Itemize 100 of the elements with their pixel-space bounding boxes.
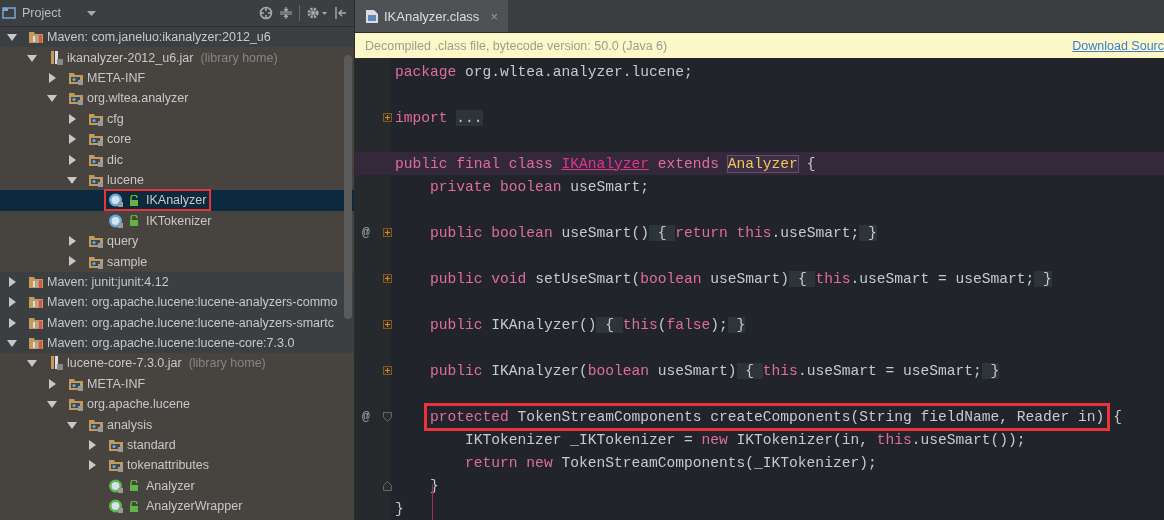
collapse-all-icon[interactable]: [279, 6, 293, 20]
tree-item[interactable]: standard: [0, 434, 354, 456]
package-folder-icon: [108, 437, 124, 453]
tree-item[interactable]: IKTokenizer: [0, 210, 354, 231]
caret-right-icon[interactable]: [46, 377, 58, 390]
tree-item[interactable]: Analyzer: [0, 475, 354, 496]
tree-item[interactable]: META-INF: [0, 67, 354, 89]
tree-label: Maven: org.apache.lucene:lucene-core:7.3.0: [47, 336, 295, 351]
code-line: package org.wltea.analyzer.lucene;: [394, 63, 693, 80]
code-line: IKTokenizer _IKTokenizer = new IKTokenizer(in, this.useSmart());: [464, 431, 1026, 448]
dropdown-caret-icon[interactable]: [86, 10, 96, 16]
library-icon: [28, 335, 44, 352]
caret-right-icon[interactable]: [46, 71, 58, 84]
tree-item[interactable]: Maven: org.apache.lucene:lucene-core:7.3.0: [0, 332, 354, 354]
override-marker: @: [362, 225, 370, 240]
download-link[interactable]: Download Sourc: [1072, 38, 1164, 53]
tree-item[interactable]: tokenattributes: [0, 455, 354, 476]
tree-label: org.wltea.analyzer: [87, 91, 189, 106]
tree-item[interactable]: Maven: org.apache.lucene:lucene-analyzers-smartc: [0, 312, 354, 333]
tree-label: query: [107, 234, 139, 249]
code-line: }: [429, 477, 439, 494]
file-tab[interactable]: IKAnalyzer.class ×: [355, 0, 508, 32]
caret-right-icon[interactable]: [6, 296, 18, 309]
tree-item[interactable]: dic: [0, 149, 354, 170]
tree-item[interactable]: lucene-core-7.3.0.jar (library home): [0, 353, 354, 374]
code-line: public boolean useSmart() { return this.useSmart; }: [429, 224, 877, 241]
library-hint: (library home): [200, 50, 278, 65]
tree-item[interactable]: org.wltea.analyzer: [0, 88, 354, 109]
code-line: return new TokenStreamComponents(_IKTokenizer);: [464, 454, 877, 471]
caret-right-icon[interactable]: [6, 316, 18, 329]
tree-label: org.apache.lucene: [87, 397, 190, 412]
tree-label: ikanalyzer-2012_u6.jar: [67, 50, 194, 65]
tree-item[interactable]: Maven: com.janeluo:ikanalyzer:2012_u6: [0, 27, 354, 48]
tree-label: IKAnalyzer: [146, 193, 207, 208]
tree-label: cfg: [107, 111, 124, 126]
caret-right-icon[interactable]: [66, 255, 78, 268]
tree-item[interactable]: META-INF: [0, 373, 354, 395]
scrollbar-thumb[interactable]: [344, 55, 352, 319]
tree-item[interactable]: lucene: [0, 169, 354, 191]
tree-item[interactable]: query: [0, 230, 354, 252]
code-line: public IKAnalyzer() { this(false); }: [429, 316, 746, 333]
tree-item[interactable]: Maven: org.apache.lucene:lucene-analyzers-commo: [0, 292, 354, 313]
class-icon: [108, 192, 124, 209]
tree-item[interactable]: IKAnalyzer: [0, 190, 354, 211]
tree-label: Maven: junit:junit:4.12: [47, 274, 169, 289]
caret-right-icon[interactable]: [66, 235, 78, 248]
caret-right-icon[interactable]: [66, 153, 78, 166]
hide-panel-icon[interactable]: [334, 6, 348, 20]
fold-end-icon[interactable]: [383, 480, 392, 491]
class-icon: [108, 212, 124, 229]
package-folder-icon: [68, 70, 84, 86]
tree-label: sample: [107, 254, 148, 269]
override-marker: @: [362, 409, 370, 424]
package-folder-icon: [108, 457, 124, 474]
code-line: public final class IKAnalyzer extends Analyzer {: [394, 155, 816, 172]
tree-item[interactable]: cfg: [0, 108, 354, 129]
tree-label: META-INF: [87, 376, 146, 391]
tree-label: tokenattributes: [127, 458, 209, 473]
tree-label: analysis: [107, 417, 153, 432]
package-folder-icon: [68, 396, 84, 413]
fold-plus-icon[interactable]: [383, 113, 392, 122]
fold-plus-icon[interactable]: [383, 274, 392, 283]
library-icon: [28, 29, 44, 46]
code-line: public void setUseSmart(boolean useSmart) { this.useSmart = useSmart; }: [429, 270, 1052, 287]
tree-label: Analyzer: [146, 478, 195, 493]
abstract-class-icon: [108, 498, 124, 515]
package-folder-icon: [68, 90, 84, 107]
settings-icon[interactable]: [306, 6, 328, 20]
caret-right-icon[interactable]: [6, 275, 18, 288]
tree-item[interactable]: org.apache.lucene: [0, 394, 354, 415]
tree-item[interactable]: Maven: junit:junit:4.12: [0, 271, 354, 293]
tree-item[interactable]: analysis: [0, 414, 354, 435]
caret-right-icon[interactable]: [66, 112, 78, 125]
fold-plus-icon[interactable]: [383, 228, 392, 237]
caret-right-icon[interactable]: [86, 439, 98, 451]
code-line: }: [394, 500, 404, 517]
lock-icon: [129, 194, 139, 206]
caret-right-icon[interactable]: [86, 459, 98, 472]
tree-item[interactable]: ikanalyzer-2012_u6.jar (library home): [0, 47, 354, 68]
fold-plus-icon[interactable]: [383, 320, 392, 329]
fold-minus-icon[interactable]: [383, 411, 392, 422]
tree-item[interactable]: sample: [0, 251, 354, 272]
target-icon[interactable]: [259, 6, 273, 20]
tree-label: lucene: [107, 172, 144, 187]
package-folder-icon: [88, 131, 104, 148]
fold-plus-icon[interactable]: [383, 366, 392, 375]
banner-text: Decompiled .class file, bytecode version: 50.0 (Java 6): [365, 38, 668, 53]
lock-icon: [129, 480, 139, 492]
project-icon: [2, 6, 16, 20]
tree-label: dic: [107, 152, 123, 167]
panel-title[interactable]: Project: [22, 6, 61, 20]
tree-item[interactable]: core: [0, 128, 354, 150]
tree-item[interactable]: AnalyzerWrapper: [0, 496, 354, 517]
tree-label: META-INF: [87, 71, 146, 85]
jar-icon: [48, 355, 64, 372]
lock-icon: [129, 215, 139, 227]
code-line: private boolean useSmart;: [429, 178, 649, 195]
jar-icon: [48, 49, 64, 66]
tree-label: Maven: org.apache.lucene:lucene-analyzers-smartc: [47, 315, 334, 330]
caret-right-icon[interactable]: [66, 133, 78, 146]
